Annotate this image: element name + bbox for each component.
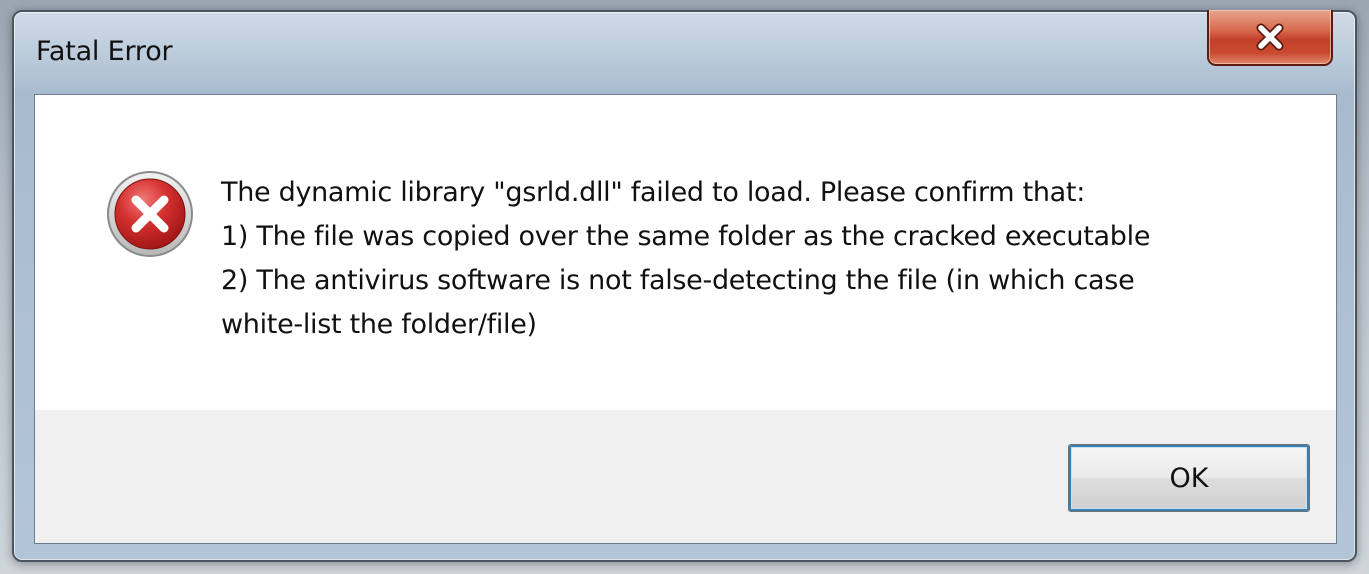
close-button[interactable] [1207,10,1333,66]
close-icon [1256,23,1284,51]
title-bar[interactable]: Fatal Error [14,10,1355,94]
message-line: 1) The file was copied over the same fol… [221,221,1151,252]
ok-button[interactable]: OK [1068,444,1310,512]
button-area: OK [35,410,1336,543]
fatal-error-dialog: Fatal Error The dynamic library "gsrld.d… [12,10,1357,562]
message-line: 2) The antivirus software is not false-d… [221,265,1135,296]
message-area: The dynamic library "gsrld.dll" failed t… [35,95,1336,410]
dialog-title: Fatal Error [36,36,173,67]
dialog-content: The dynamic library "gsrld.dll" failed t… [34,94,1337,544]
error-message: The dynamic library "gsrld.dll" failed t… [221,171,1301,347]
error-icon [107,171,193,257]
message-line: white-list the folder/file) [221,309,537,340]
message-line: The dynamic library "gsrld.dll" failed t… [221,177,1086,208]
